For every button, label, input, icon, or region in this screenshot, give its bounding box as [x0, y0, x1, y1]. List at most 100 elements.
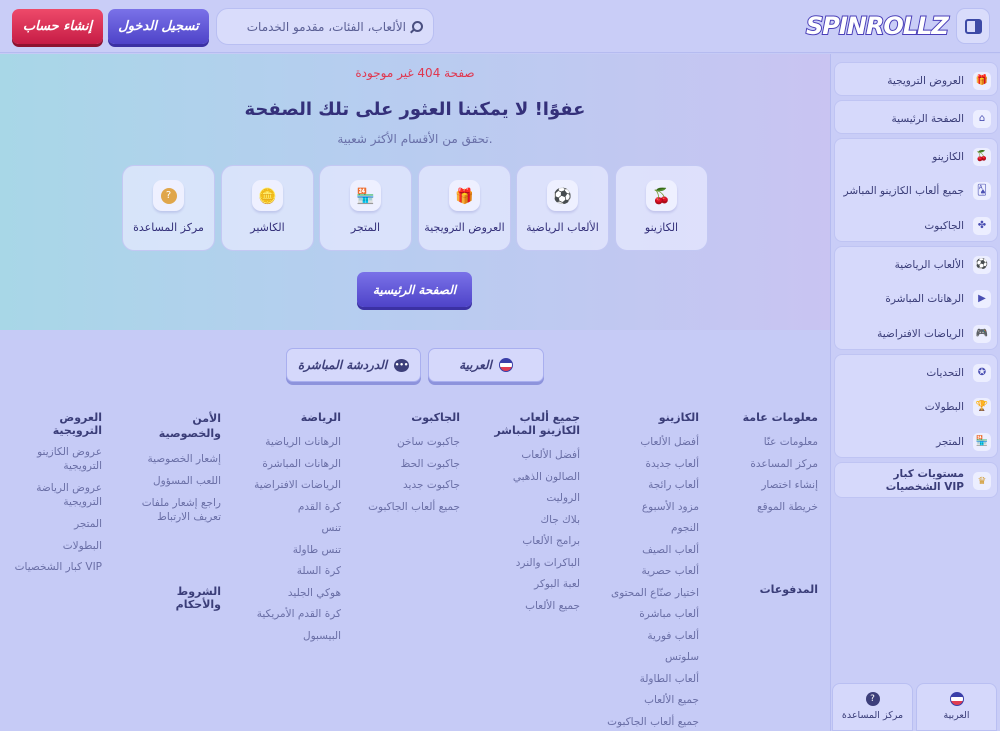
- sidebar-item-casino[interactable]: الكازينو 🍒: [835, 139, 999, 174]
- footer-link[interactable]: خريطة الموقع: [738, 497, 818, 519]
- sidebar-item-live-casino[interactable]: جميع ألعاب الكازينو المباشر 🂡: [835, 173, 999, 208]
- sidebar-item-home[interactable]: الصفحة الرئيسية ⌂: [835, 101, 999, 136]
- sidebar-item-jackpot[interactable]: الجاكبوت ✤: [835, 208, 999, 243]
- sidebar-item-challenges[interactable]: التحديات ✪: [835, 355, 999, 390]
- footer-link[interactable]: بلاك جاك: [490, 510, 580, 532]
- footer-link[interactable]: المتجر: [12, 514, 102, 536]
- sidebar-item-shop[interactable]: المتجر 🏪: [835, 424, 999, 459]
- sidebar-item-live-bets[interactable]: الرهانات المباشرة ▶: [835, 281, 999, 316]
- sidebar-item-virtual-sports[interactable]: الرياضات الافتراضية 🎮: [835, 316, 999, 351]
- sidebar-item-label: العروض الترويجية: [887, 74, 964, 87]
- footer-col-title: معلومات عامة: [742, 411, 818, 424]
- sidebar-group: التحديات ✪ البطولات 🏆 المتجر 🏪: [834, 354, 998, 458]
- footer-link[interactable]: اختيار صنّاع المحتوى: [599, 583, 699, 605]
- footer-link[interactable]: الرهانات الرياضية: [241, 432, 341, 454]
- footer-link[interactable]: ألعاب مباشرة: [599, 604, 699, 626]
- sidebar-item-sports[interactable]: الألعاب الرياضية ⚽: [835, 247, 999, 282]
- sidebar-icon: [964, 18, 982, 34]
- footer-link[interactable]: ألعاب فورية: [599, 626, 699, 648]
- footer-link[interactable]: الصالون الذهبي: [490, 467, 580, 489]
- footer-link[interactable]: هوكي الجليد: [241, 583, 341, 605]
- footer-link[interactable]: أفضل الألعاب: [490, 445, 580, 467]
- search-input[interactable]: الألعاب، الفئات، مقدمو الخدمات: [216, 8, 434, 45]
- login-button[interactable]: تسجيل الدخول: [108, 9, 209, 44]
- sidebar-item-vip[interactable]: مستويات كبار الشخصيات VIP ♛: [835, 463, 999, 499]
- top-bar: SPINROLLZ الألعاب، الفئات، مقدمو الخدمات…: [0, 0, 1000, 53]
- sidebar-group: الكازينو 🍒 جميع ألعاب الكازينو المباشر 🂡 ا…: [834, 138, 998, 242]
- register-button[interactable]: إنشاء حساب: [12, 9, 103, 44]
- cherry-icon: 🍒: [646, 180, 677, 211]
- footer-link[interactable]: البطولات: [12, 536, 102, 558]
- language-label: العربية: [459, 358, 492, 372]
- footer-link[interactable]: ألعاب جديدة: [599, 454, 699, 476]
- tab-help[interactable]: ? مركز المساعدة: [832, 683, 913, 731]
- footer-link[interactable]: كرة السلة: [241, 561, 341, 583]
- cherry-icon: 🍒: [973, 147, 991, 166]
- tab-label: مركز المساعدة: [841, 710, 904, 721]
- footer-link[interactable]: تنس طاولة: [241, 540, 341, 562]
- home-button[interactable]: الصفحة الرئيسية: [357, 272, 472, 307]
- footer-link[interactable]: الرهانات المباشرة: [241, 454, 341, 476]
- chat-icon: •••: [394, 358, 410, 372]
- ball-icon: ⚽: [547, 180, 578, 211]
- footer-link[interactable]: جميع ألعاب الجاكبوت: [360, 497, 460, 519]
- card-promotions[interactable]: 🎁 العروض الترويجية: [418, 165, 511, 251]
- card-casino[interactable]: 🍒 الكازينو: [615, 165, 708, 251]
- footer-link[interactable]: برامج الألعاب: [490, 531, 580, 553]
- footer-link[interactable]: كبار الشخصيات VIP: [12, 557, 102, 579]
- footer-link[interactable]: ألعاب الصيف: [599, 540, 699, 562]
- sidebar-item-tournaments[interactable]: البطولات 🏆: [835, 389, 999, 424]
- footer-link[interactable]: إنشاء اختصار: [738, 475, 818, 497]
- footer-col-jackpot: الجاكبوت جاكبوت ساخن جاكبوت الحظ جاكبوت …: [360, 411, 460, 518]
- card-help[interactable]: ? مركز المساعدة: [122, 165, 215, 251]
- live-chat-button[interactable]: الدردشة المباشرة •••: [286, 348, 421, 382]
- shop-icon: 🏪: [350, 180, 381, 211]
- language-button[interactable]: العربية: [428, 348, 544, 382]
- footer-link[interactable]: ألعاب الطاولة: [599, 669, 699, 691]
- footer-col-title: الرياضة: [300, 411, 341, 424]
- footer-link[interactable]: إشعار الخصوصية: [141, 449, 221, 471]
- footer-link[interactable]: كرة القدم: [241, 497, 341, 519]
- tab-language[interactable]: العربية: [916, 683, 997, 731]
- sidebar-item-label: الرهانات المباشرة: [885, 292, 964, 305]
- logo[interactable]: SPINROLLZ: [805, 11, 950, 41]
- footer-link[interactable]: الباكرات والنرد: [490, 553, 580, 575]
- footer-link[interactable]: جميع الألعاب: [490, 596, 580, 618]
- card-label: العروض الترويجية: [424, 221, 505, 234]
- card-label: الكازينو: [644, 221, 679, 234]
- card-sports[interactable]: ⚽ الألعاب الرياضية: [516, 165, 609, 251]
- footer-link[interactable]: عروض الرياضة الترويجية: [12, 481, 102, 509]
- sidebar-toggle-button[interactable]: [956, 8, 990, 44]
- footer-link[interactable]: جاكبوت ساخن: [360, 432, 460, 454]
- footer-link[interactable]: راجع إشعار ملفات تعريف الارتباط: [141, 496, 221, 524]
- footer-link[interactable]: جميع ألعاب الجاكبوت: [599, 712, 699, 731]
- footer-link[interactable]: مركز المساعدة: [738, 454, 818, 476]
- footer-link[interactable]: سلوتس: [599, 647, 699, 669]
- footer-link[interactable]: اللعب المسؤول: [141, 471, 221, 493]
- card-shop[interactable]: 🏪 المتجر: [319, 165, 412, 251]
- footer-link[interactable]: البيسبول: [241, 626, 341, 648]
- footer-link[interactable]: الرياضات الافتراضية: [241, 475, 341, 497]
- footer-link[interactable]: أفضل الألعاب: [599, 432, 699, 454]
- footer-link[interactable]: ألعاب حصرية: [599, 561, 699, 583]
- footer-link[interactable]: ألعاب رائجة: [599, 475, 699, 497]
- footer-link[interactable]: جميع الألعاب: [599, 690, 699, 712]
- footer-link[interactable]: جاكبوت جديد: [360, 475, 460, 497]
- page-title: عفوًا! لا يمكننا العثور على تلك الصفحة: [244, 99, 586, 120]
- footer-link[interactable]: كرة القدم الأمريكية: [241, 604, 341, 626]
- footer-link[interactable]: لعبة البوكر: [490, 574, 580, 596]
- sidebar-item-promotions[interactable]: العروض الترويجية 🎁: [835, 63, 999, 98]
- footer-link[interactable]: عروض الكازينو الترويجية: [12, 445, 102, 473]
- footer-link[interactable]: مزود الأسبوع: [599, 497, 699, 519]
- gift-icon: 🎁: [973, 71, 991, 90]
- footer-link[interactable]: الروليت: [490, 488, 580, 510]
- footer-link[interactable]: معلومات عنّا: [738, 432, 818, 454]
- sidebar: العروض الترويجية 🎁 الصفحة الرئيسية ⌂ الكاز…: [830, 54, 1000, 731]
- home-icon: ⌂: [973, 109, 991, 128]
- card-cashier[interactable]: 🪙 الكاشير: [221, 165, 314, 251]
- footer-link[interactable]: جاكبوت الحظ: [360, 454, 460, 476]
- popular-sections: 🍒 الكازينو ⚽ الألعاب الرياضية 🎁 العروض التر…: [122, 165, 709, 251]
- footer-link[interactable]: النجوم: [599, 518, 699, 540]
- footer-link[interactable]: تنس: [241, 518, 341, 540]
- flag-icon: [949, 692, 964, 706]
